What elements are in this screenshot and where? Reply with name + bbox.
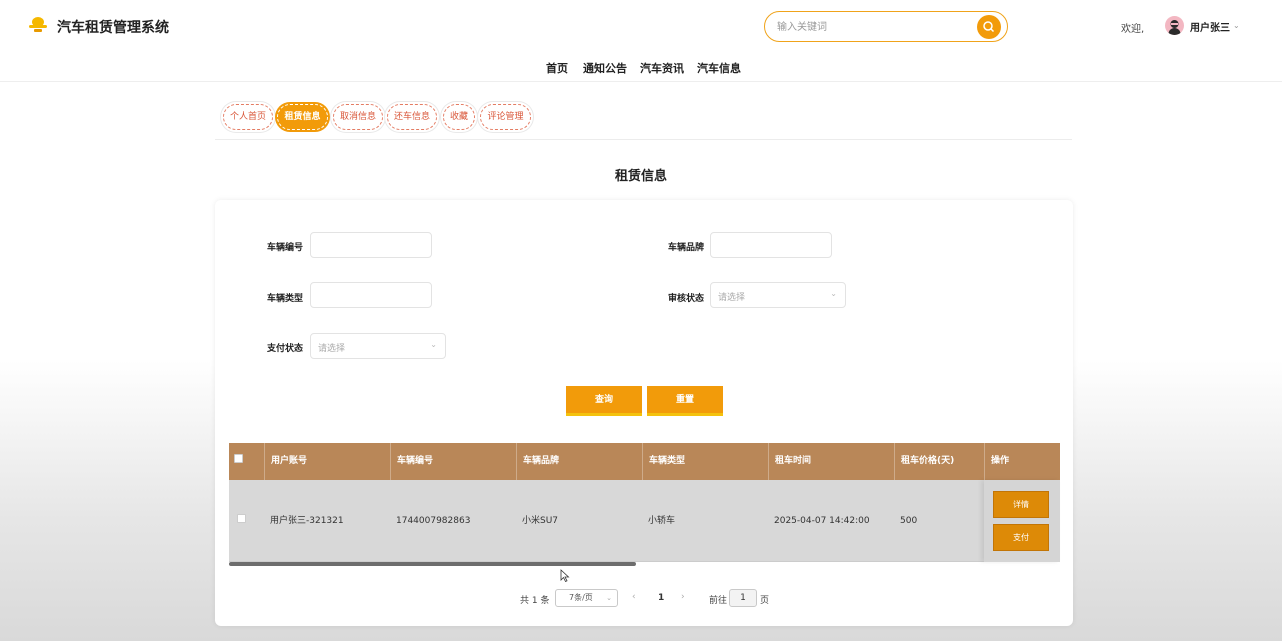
col-vehicle-no: 车辆编号 xyxy=(390,443,516,480)
tab-personal-home[interactable]: 个人首页 xyxy=(223,104,273,130)
table-row: 用户张三-321321 1744007982863 小米SU7 小轿车 2025… xyxy=(229,480,1060,562)
search-input[interactable] xyxy=(777,19,967,35)
goto-page-input[interactable]: 1 xyxy=(729,589,757,607)
vehicle-type-input[interactable] xyxy=(310,282,432,308)
pay-status-select[interactable]: 请选择 ⌄ xyxy=(310,333,446,359)
cell-price: 500 xyxy=(900,516,918,526)
current-page[interactable]: 1 xyxy=(658,593,664,603)
col-type: 车辆类型 xyxy=(642,443,768,480)
cell-actions: 详情 支付 xyxy=(984,480,1060,562)
col-price: 租车价格(天) xyxy=(894,443,984,480)
pay-button[interactable]: 支付 xyxy=(993,524,1049,551)
avatar[interactable] xyxy=(1165,16,1184,35)
page-title: 租赁信息 xyxy=(614,169,667,184)
pay-status-label: 支付状态 xyxy=(267,344,304,354)
user-avatar-icon xyxy=(1168,20,1181,35)
detail-button[interactable]: 详情 xyxy=(993,491,1049,518)
page-suffix: 页 xyxy=(760,596,770,606)
col-account: 用户账号 xyxy=(264,443,390,480)
top-header: 汽车租赁管理系统 欢迎, 用户张三 ⌄ 首页 通知公告 汽车资讯 汽车信息 xyxy=(0,0,1282,82)
pay-status-placeholder: 请选择 xyxy=(318,344,346,354)
tab-favorites[interactable]: 收藏 xyxy=(443,104,475,130)
tab-cancel-info[interactable]: 取消信息 xyxy=(333,104,383,130)
logo-icon xyxy=(29,17,47,32)
app-title: 汽车租赁管理系统 xyxy=(57,20,169,36)
nav-item-news[interactable]: 汽车资讯 xyxy=(640,60,684,76)
mouse-cursor-icon xyxy=(560,569,570,583)
review-status-label: 审核状态 xyxy=(668,294,705,304)
tab-return-info[interactable]: 还车信息 xyxy=(387,104,437,130)
table-header: 用户账号 车辆编号 车辆品牌 车辆类型 租车时间 租车价格(天) 操作 xyxy=(229,443,1060,480)
search-box xyxy=(764,11,1008,42)
username[interactable]: 用户张三 xyxy=(1190,19,1230,34)
select-all-cell xyxy=(229,443,264,480)
page-size-value: 7条/页 xyxy=(569,593,593,602)
vehicle-no-label: 车辆编号 xyxy=(267,243,304,253)
nav-item-home[interactable]: 首页 xyxy=(546,60,568,76)
vehicle-type-label: 车辆类型 xyxy=(267,294,304,304)
next-page-icon[interactable]: › xyxy=(681,592,685,602)
row-checkbox[interactable] xyxy=(237,514,246,523)
search-icon xyxy=(983,21,995,33)
welcome-text: 欢迎, xyxy=(1121,24,1145,35)
nav-item-notices[interactable]: 通知公告 xyxy=(583,60,627,76)
col-rent-time: 租车时间 xyxy=(768,443,894,480)
chevron-down-icon: ⌄ xyxy=(430,340,437,349)
chevron-down-icon: ⌄ xyxy=(606,594,612,602)
reset-button[interactable]: 重置 xyxy=(647,386,723,416)
pagination-total: 共 1 条 xyxy=(520,596,550,606)
chevron-down-icon[interactable]: ⌄ xyxy=(1233,21,1240,30)
tabs-divider xyxy=(215,139,1072,140)
cell-type: 小轿车 xyxy=(648,516,676,526)
tab-rental-info[interactable]: 租赁信息 xyxy=(277,104,328,130)
col-actions: 操作 xyxy=(984,443,1060,480)
vehicle-brand-input[interactable] xyxy=(710,232,832,258)
select-all-checkbox[interactable] xyxy=(234,454,243,463)
vehicle-no-input[interactable] xyxy=(310,232,432,258)
cell-vehicle-no: 1744007982863 xyxy=(396,516,471,526)
cell-account: 用户张三-321321 xyxy=(270,516,344,526)
chevron-down-icon: ⌄ xyxy=(830,289,837,298)
nav-item-cars[interactable]: 汽车信息 xyxy=(697,60,741,76)
cell-brand: 小米SU7 xyxy=(522,516,559,526)
page-size-select[interactable]: 7条/页 ⌄ xyxy=(555,589,618,607)
review-status-placeholder: 请选择 xyxy=(718,293,746,303)
vehicle-brand-label: 车辆品牌 xyxy=(668,243,705,253)
prev-page-icon[interactable]: ‹ xyxy=(632,592,636,602)
query-button[interactable]: 查询 xyxy=(566,386,642,416)
cell-rent-time: 2025-04-07 14:42:00 xyxy=(774,516,870,526)
goto-label: 前往 xyxy=(709,596,728,606)
tab-comment-manage[interactable]: 评论管理 xyxy=(480,104,531,130)
review-status-select[interactable]: 请选择 ⌄ xyxy=(710,282,846,308)
search-button[interactable] xyxy=(977,15,1001,39)
col-brand: 车辆品牌 xyxy=(516,443,642,480)
horizontal-scrollbar[interactable] xyxy=(229,562,636,566)
